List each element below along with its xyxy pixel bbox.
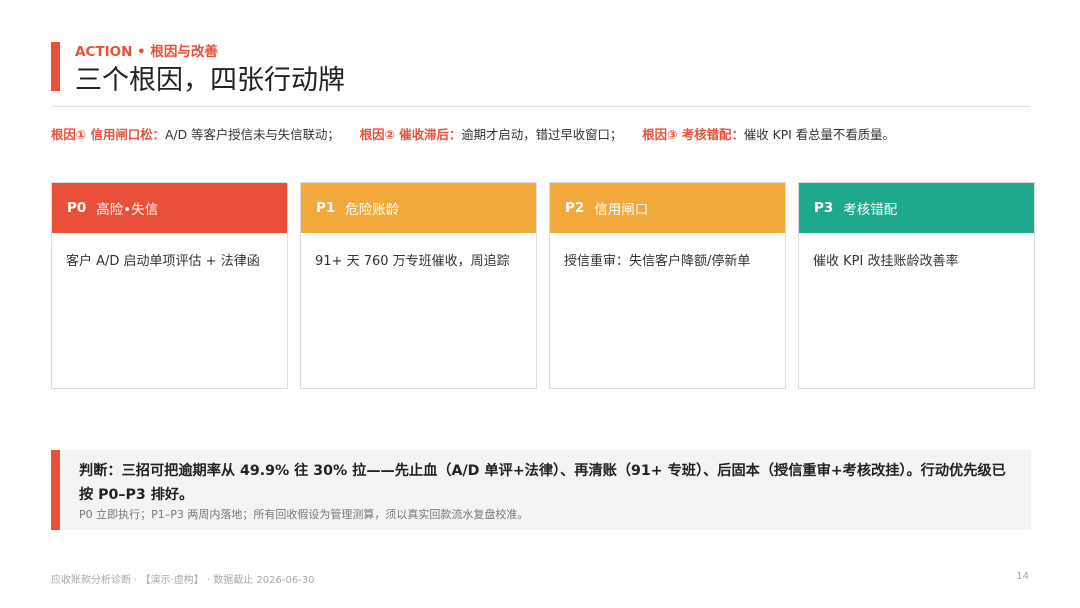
action-card-p0: P0 高险•失信 客户 A/D 启动单项评估 + 法律函	[51, 182, 288, 389]
card-body: 客户 A/D 启动单项评估 + 法律函	[66, 254, 260, 269]
card-body: 催收 KPI 改挂账龄改善率	[813, 254, 959, 269]
root-cause-text: 逾期才启动，错过早收窗口；	[461, 127, 623, 142]
card-title: 高险•失信	[96, 202, 159, 218]
card-header: P3 考核错配	[799, 183, 1034, 233]
card-title: 考核错配	[843, 202, 898, 218]
root-cause-label: 根因③ 考核错配：	[642, 127, 744, 142]
page-number: 14	[1016, 571, 1029, 582]
root-causes-line: 根因① 信用闸口松：A/D 等客户授信未与失信联动； 根因② 催收滞后：逾期才启…	[51, 125, 911, 143]
root-cause-3: 根因③ 考核错配：催收 KPI 看总量不看质量。	[642, 127, 895, 142]
verdict-note: P0 立即执行；P1–P3 两周内落地；所有回收假设为管理测算，须以真实回款流水…	[79, 508, 529, 521]
card-priority-code: P0	[67, 200, 87, 216]
card-header: P0 高险•失信	[52, 183, 287, 233]
action-cards: P0 高险•失信 客户 A/D 启动单项评估 + 法律函 P1 危险账龄 91+…	[51, 182, 1036, 389]
section-kicker: ACTION • 根因与改善	[75, 44, 218, 60]
footer-source: 应收账款分析诊断 · 【演示·虚构】 · 数据截止 2026-06-30	[51, 575, 315, 586]
card-body: 授信重审：失信客户降额/停新单	[564, 254, 751, 269]
action-card-p1: P1 危险账龄 91+ 天 760 万专班催收，周追踪	[300, 182, 537, 389]
action-card-p3: P3 考核错配 催收 KPI 改挂账龄改善率	[798, 182, 1035, 389]
page-title: 三个根因，四张行动牌	[75, 65, 345, 96]
verdict-callout: 判断：三招可把逾期率从 49.9% 往 30% 拉——先止血（A/D 单评+法律…	[51, 450, 1031, 530]
root-cause-1: 根因① 信用闸口松：A/D 等客户授信未与失信联动；	[51, 127, 340, 142]
header-divider	[51, 106, 1030, 107]
action-card-p2: P2 信用闸口 授信重审：失信客户降额/停新单	[549, 182, 786, 389]
verdict-text: 判断：三招可把逾期率从 49.9% 往 30% 拉——先止血（A/D 单评+法律…	[79, 463, 1006, 503]
card-title: 危险账龄	[345, 202, 400, 218]
root-cause-text: 催收 KPI 看总量不看质量。	[743, 127, 895, 142]
root-cause-label: 根因① 信用闸口松：	[51, 127, 165, 142]
card-priority-code: P2	[565, 200, 585, 216]
root-cause-2: 根因② 催收滞后：逾期才启动，错过早收窗口；	[360, 127, 623, 142]
root-cause-label: 根因② 催收滞后：	[359, 127, 462, 142]
card-body: 91+ 天 760 万专班催收，周追踪	[315, 254, 510, 269]
card-title: 信用闸口	[594, 202, 649, 218]
card-header: P1 危险账龄	[301, 183, 536, 233]
card-priority-code: P1	[316, 200, 336, 216]
card-priority-code: P3	[814, 200, 834, 216]
card-header: P2 信用闸口	[550, 183, 785, 233]
root-cause-text: A/D 等客户授信未与失信联动；	[164, 127, 340, 142]
title-accent-bar	[51, 42, 60, 91]
